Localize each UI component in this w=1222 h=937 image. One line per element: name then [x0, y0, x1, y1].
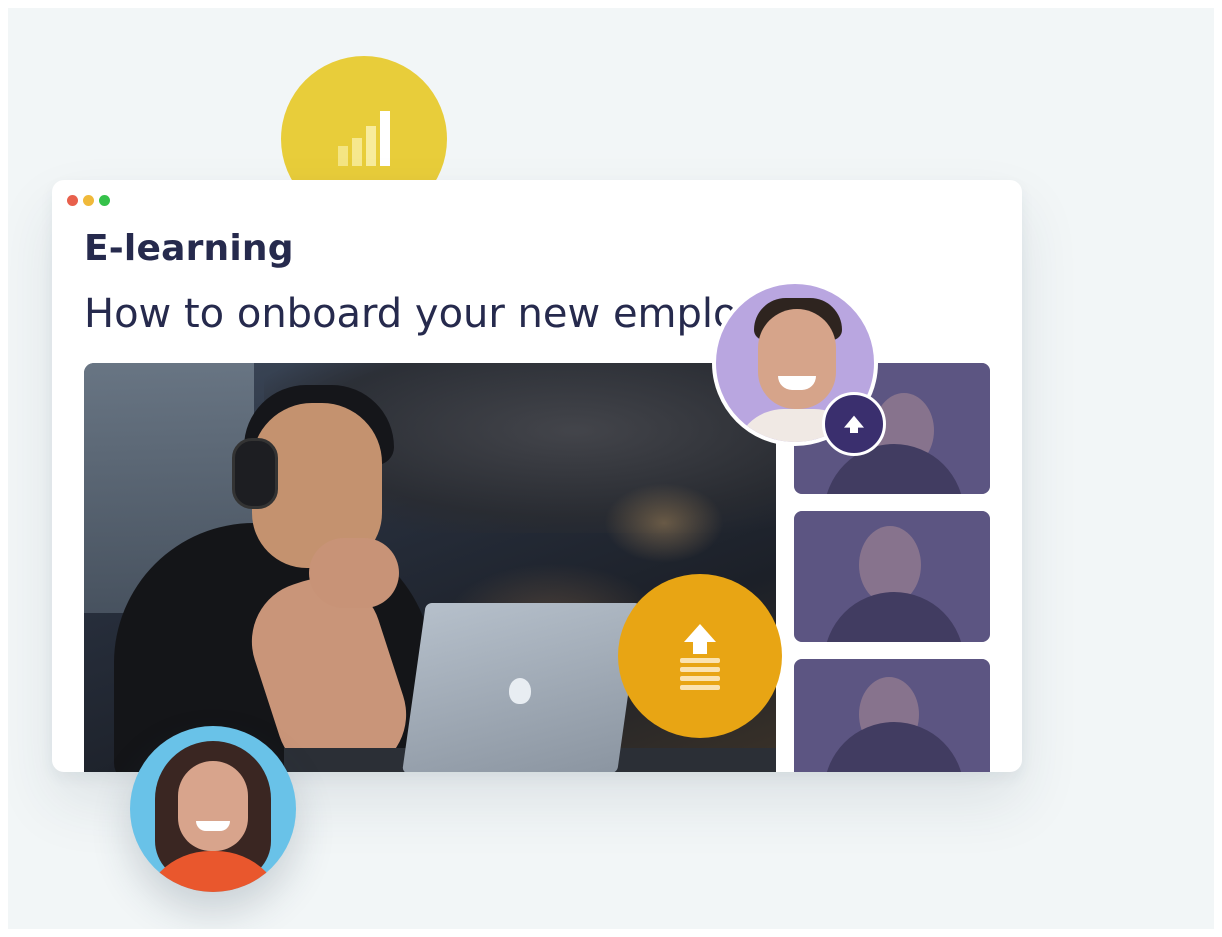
avatar	[130, 726, 296, 892]
upload-stack-icon[interactable]	[618, 574, 782, 738]
minimize-dot-icon[interactable]	[83, 195, 94, 206]
page-title: E-learning	[84, 228, 294, 269]
apple-logo-icon	[509, 678, 531, 704]
elearning-window: E-learning How to onboard your new emplo	[52, 180, 1022, 772]
participant-video-tile[interactable]	[794, 511, 990, 642]
participant-video-tile[interactable]	[794, 659, 990, 772]
bar-chart-icon	[338, 111, 398, 166]
illustration-canvas: E-learning How to onboard your new emplo	[8, 8, 1214, 929]
upload-arrow-icon[interactable]	[822, 392, 886, 456]
headphones-icon	[232, 438, 278, 509]
close-dot-icon[interactable]	[67, 195, 78, 206]
course-title: How to onboard your new emplo	[84, 291, 738, 337]
maximize-dot-icon[interactable]	[99, 195, 110, 206]
window-controls	[67, 195, 110, 206]
